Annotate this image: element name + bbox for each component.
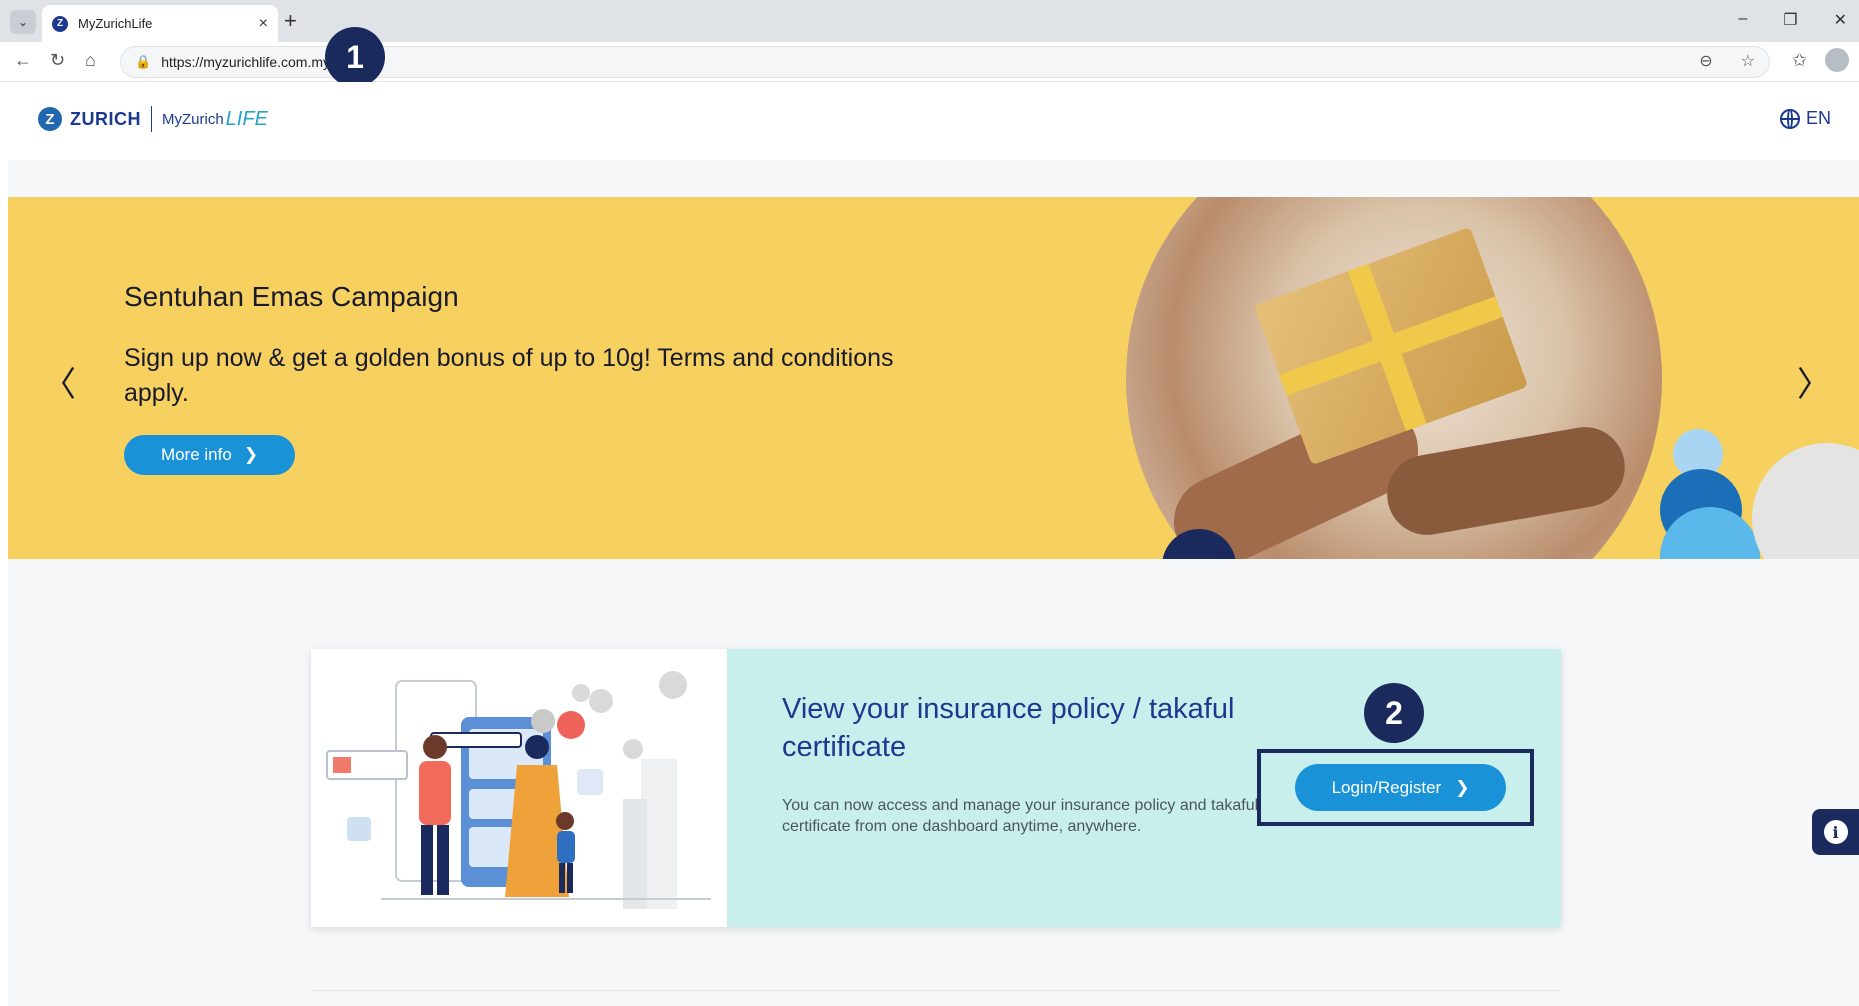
carousel-prev-icon[interactable]: 〈 [42,357,76,406]
tab-close-icon[interactable]: × [259,15,268,33]
decor-circle [1752,443,1859,559]
logo-wordmark: ZURICH [70,108,141,129]
card-title: View your insurance policy / takaful cer… [782,693,1235,763]
login-register-label: Login/Register [1331,777,1442,797]
login-highlight-box: Login/Register ❯ [1257,749,1534,826]
site-header: Z ZURICH MyZurich LIFE EN [8,82,1859,160]
browser-tab-bar: ⌄ Z MyZurichLife × + – ❐ ✕ [0,0,1859,42]
banner-subtitle: Sign up now & get a golden bonus of up t… [124,344,894,407]
language-selector[interactable]: EN [1779,108,1831,129]
chevron-right-icon: ❯ [1455,777,1470,797]
login-register-button[interactable]: Login/Register ❯ [1295,764,1506,811]
favorite-star-icon[interactable]: ☆ [1741,51,1755,71]
step-marker-1: 1 [325,27,385,87]
tab-list-dropdown-icon[interactable]: ⌄ [10,10,36,34]
minimize-icon[interactable]: – [1738,10,1747,30]
profile-avatar[interactable] [1825,48,1849,72]
new-tab-icon[interactable]: + [284,8,297,34]
logo-myzurich: MyZurich [162,110,224,128]
card-description: You can now access and manage your insur… [782,797,1259,835]
hero-banner: 〈 Sentuhan Emas Campaign Sign up now & g… [8,197,1859,559]
zurich-favicon-icon: Z [52,15,68,32]
people-dashboard-illustration [326,671,711,909]
dashboard-illustration [311,649,727,927]
carousel-next-icon[interactable]: 〉 [1797,357,1831,406]
tab-title: MyZurichLife [78,16,153,31]
back-icon[interactable]: ← [14,50,32,71]
info-icon: i [1823,820,1848,844]
section-divider [311,990,1561,991]
gift-box [1253,226,1529,466]
zurich-logo[interactable]: Z ZURICH MyZurich LIFE [38,106,268,132]
gift-photo [1126,197,1662,559]
lock-icon: 🔒 [135,54,152,69]
browser-toolbar: ← ↻ ⌂ 🔒 https://myzurichlife.com.my ⊖ ☆ … [0,42,1859,82]
favorites-icon[interactable]: ✩ [1792,50,1807,71]
restore-icon[interactable]: ❐ [1783,10,1797,30]
home-icon[interactable]: ⌂ [85,50,96,71]
banner-title: Sentuhan Emas Campaign [124,281,459,312]
more-info-button[interactable]: More info ❯ [124,435,295,475]
window-controls: – ❐ ✕ [1738,10,1847,30]
step-marker-2: 2 [1364,683,1424,743]
chevron-right-icon: ❯ [243,445,259,464]
globe-icon [1779,108,1800,129]
reader-icon[interactable]: ⊖ [1699,51,1712,71]
info-widget-button[interactable]: i [1812,809,1859,855]
close-window-icon[interactable]: ✕ [1834,10,1847,30]
language-label: EN [1805,108,1831,128]
browser-tab[interactable]: Z MyZurichLife × [42,5,278,42]
hand-shape [1380,420,1632,542]
url-text[interactable]: https://myzurichlife.com.my [161,54,330,70]
more-info-label: More info [160,445,232,464]
zurich-logo-icon: Z [38,107,62,131]
reload-icon[interactable]: ↻ [50,50,65,71]
logo-life: LIFE [225,107,268,130]
logo-divider [151,106,152,132]
